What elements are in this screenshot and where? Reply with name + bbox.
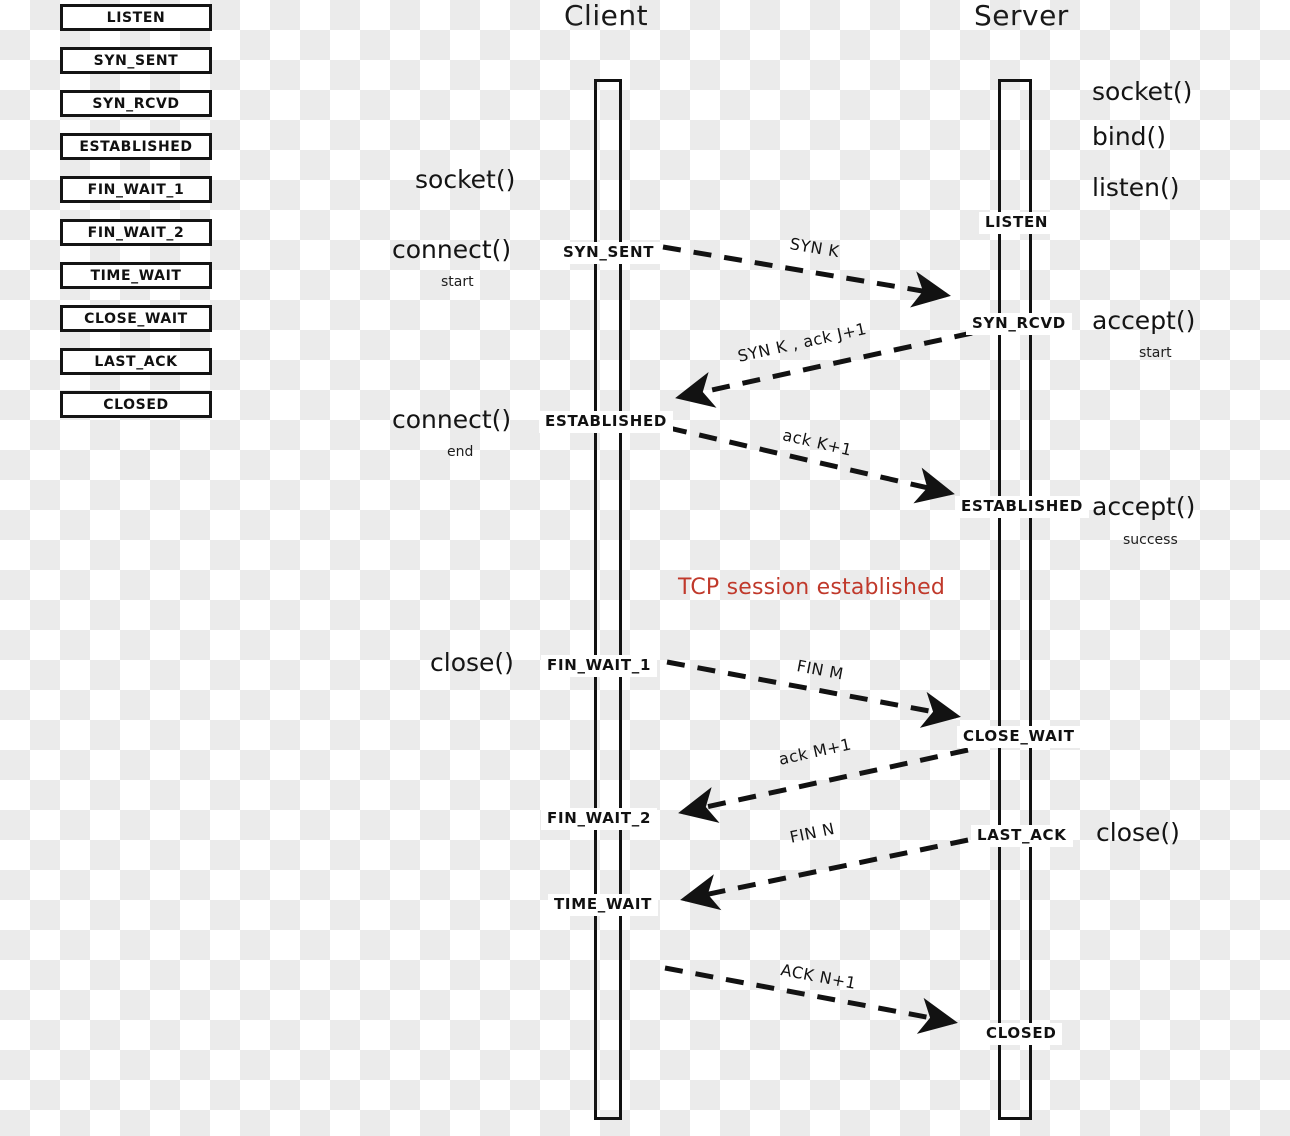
- client-call-connect-start-sub: start: [441, 274, 474, 290]
- server-call-socket: socket(): [1092, 77, 1193, 106]
- message-arrows: [662, 244, 973, 1034]
- server-state-listen: LISTEN: [979, 212, 1055, 234]
- server-call-accept-success-sub: success: [1123, 532, 1178, 548]
- client-call-connect-start: connect(): [392, 235, 512, 264]
- server-state-close-wait: CLOSE_WAIT: [957, 726, 1081, 748]
- client-state-fin-wait-2: FIN_WAIT_2: [541, 808, 658, 830]
- client-call-connect-end: connect(): [392, 405, 512, 434]
- server-state-syn-rcvd: SYN_RCVD: [966, 313, 1072, 335]
- server-call-listen: listen(): [1092, 173, 1180, 202]
- client-call-connect-end-sub: end: [447, 444, 474, 460]
- server-call-close: close(): [1096, 818, 1180, 847]
- client-call-socket: socket(): [415, 165, 516, 194]
- server-state-closed: CLOSED: [980, 1023, 1063, 1045]
- server-state-last-ack: LAST_ACK: [971, 825, 1073, 847]
- client-state-time-wait: TIME_WAIT: [548, 894, 659, 916]
- session-established-note: TCP session established: [678, 575, 945, 600]
- client-call-close: close(): [430, 648, 514, 677]
- server-state-established: ESTABLISHED: [955, 496, 1090, 518]
- client-state-syn-sent: SYN_SENT: [557, 242, 661, 264]
- server-call-accept-start-sub: start: [1139, 345, 1172, 361]
- server-call-accept-start: accept(): [1092, 306, 1196, 335]
- server-call-accept-success: accept(): [1092, 492, 1196, 521]
- client-state-fin-wait-1: FIN_WAIT_1: [541, 655, 658, 677]
- server-call-bind: bind(): [1092, 122, 1167, 151]
- client-state-established: ESTABLISHED: [539, 411, 674, 433]
